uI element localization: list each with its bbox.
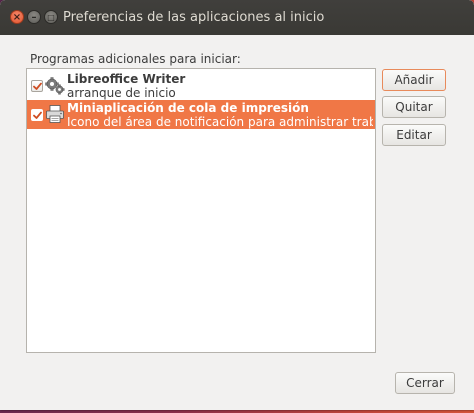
close-button[interactable]: Cerrar (395, 372, 455, 394)
program-comment: arranque de inicio (67, 87, 176, 100)
checkmark-icon (33, 82, 42, 90)
window-maximize-button[interactable]: □ (44, 10, 58, 24)
checkmark-icon (33, 111, 42, 119)
startup-programs-list[interactable]: Libreoffice Writer arranque de inicio Mi… (26, 68, 376, 353)
remove-button[interactable]: Quitar (382, 96, 446, 118)
add-button[interactable]: Añadir (382, 69, 446, 91)
program-name: Libreoffice Writer (67, 72, 186, 86)
printer-icon (46, 105, 64, 123)
programs-section-label: Programas adicionales para iniciar: (30, 52, 241, 66)
enable-checkbox[interactable] (31, 80, 43, 92)
close-icon: × (12, 12, 22, 23)
enable-checkbox[interactable] (31, 109, 43, 121)
startup-applications-window: × – □ Preferencias de las aplicaciones a… (0, 0, 474, 410)
program-name: Miniaplicación de cola de impresión (67, 101, 309, 115)
gears-icon (45, 77, 65, 95)
window-title: Preferencias de las aplicaciones al inic… (63, 10, 325, 25)
list-item-selected[interactable]: Miniaplicación de cola de impresión Icon… (27, 100, 375, 129)
list-item[interactable]: Libreoffice Writer arranque de inicio (27, 71, 375, 100)
window-minimize-button[interactable]: – (27, 10, 41, 24)
maximize-icon: □ (47, 13, 55, 22)
title-bar[interactable]: × – □ Preferencias de las aplicaciones a… (0, 0, 474, 35)
edit-button[interactable]: Editar (382, 124, 446, 146)
minimize-icon: – (31, 12, 37, 23)
window-close-button[interactable]: × (10, 10, 24, 24)
program-comment: Icono del área de notificación para admi… (67, 116, 373, 129)
